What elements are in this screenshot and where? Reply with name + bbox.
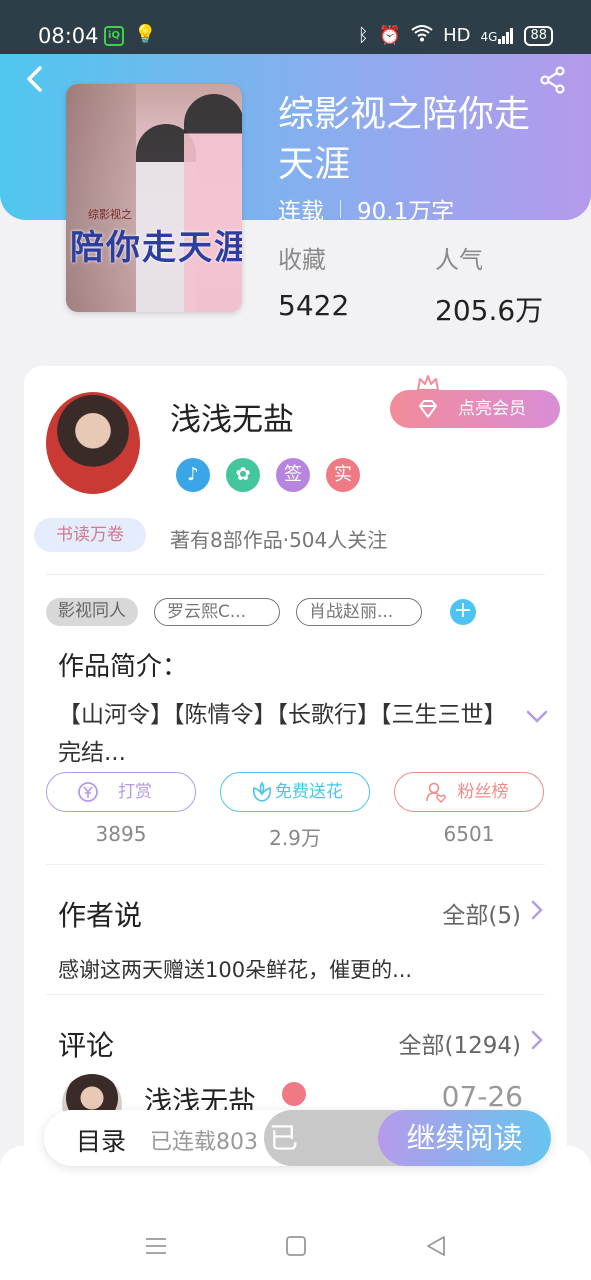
fan-count: 6501 [443, 822, 495, 846]
book-title: 综影视之陪你走天涯 [278, 94, 531, 185]
reader-level-tag: 书读万卷 [34, 518, 146, 552]
handshake-icon[interactable]: ✿ [226, 458, 260, 492]
hd-indicator: HD [443, 25, 471, 46]
comment-date: 07-26 [441, 1080, 523, 1113]
fan-heart-icon [426, 782, 446, 803]
author-works-info: 著有8部作品·504人关注 [170, 528, 388, 552]
verified-badge[interactable]: 实 [326, 458, 360, 492]
flower-count: 2.9万 [269, 826, 321, 850]
chevron-down-icon[interactable] [526, 710, 548, 724]
reader-action-bar: 目录 已连载803 已收藏 继续阅读 [44, 1110, 551, 1166]
back-icon[interactable] [424, 1234, 448, 1258]
status-time: 08:04 [38, 24, 99, 48]
alarm-icon: ⏰ [378, 25, 402, 46]
divider [46, 574, 545, 575]
popularity-label: 人气 [435, 246, 483, 274]
cover-tree-art [66, 84, 136, 312]
intro-title: 作品简介： [58, 652, 189, 682]
book-meta: 连载 90.1万字 [278, 192, 454, 226]
divider [46, 994, 545, 995]
music-note-icon[interactable]: ♪ [176, 458, 210, 492]
chevron-right-icon[interactable] [531, 1030, 543, 1050]
sign-badge[interactable]: 签 [276, 458, 310, 492]
network-indicator: 4G [480, 27, 515, 44]
tag-item[interactable]: 罗云熙C... [154, 598, 280, 626]
book-tags: 影视同人 罗云熙C... 肖战赵丽... + [46, 598, 476, 626]
tip-count: 3895 [95, 822, 147, 846]
comments-title: 评论 [58, 1029, 115, 1062]
toc-status: 已连载803 [150, 1130, 258, 1155]
popularity-stat: 人气 205.6万 [435, 240, 543, 329]
favorites-label: 收藏 [278, 246, 326, 274]
tag-item[interactable]: 影视同人 [46, 598, 138, 626]
book-cover[interactable]: 综影视之 陪你走天涯 [66, 84, 242, 312]
cover-title: 陪你走天涯 [70, 228, 242, 268]
author-says-title: 作者说 [58, 899, 143, 932]
menu-icon[interactable] [144, 1234, 168, 1258]
popularity-value: 205.6万 [435, 294, 544, 327]
favorited-label: 已收藏 [268, 1121, 298, 1155]
status-right-icons: ᛒ ⏰ HD 4G 88 [358, 24, 553, 47]
wifi-icon [411, 24, 433, 47]
author-says-more-link[interactable]: 全部(5) [442, 896, 521, 930]
yuan-coin-icon [78, 782, 98, 802]
back-arrow-icon[interactable] [22, 64, 48, 94]
intro-text[interactable]: 【山河令】【陈情令】【长歌行】【三生三世】完结... [58, 696, 508, 772]
meta-separator [340, 200, 341, 218]
vip-button-label: 点亮会员 [458, 399, 526, 419]
author-says-text[interactable]: 感谢这两天赠送100朵鲜花，催更的... [58, 954, 412, 984]
tip-label: 打赏 [118, 782, 152, 802]
favorites-value: 5422 [278, 289, 350, 322]
bluetooth-icon: ᛒ [357, 25, 369, 46]
author-avatar[interactable] [46, 392, 140, 494]
tag-item[interactable]: 肖战赵丽... [296, 598, 422, 626]
system-nav-bar [0, 1214, 591, 1280]
favorites-stat: 收藏 5422 [278, 240, 349, 322]
divider [46, 864, 545, 865]
diamond-badge-icon [282, 1082, 306, 1106]
continue-reading-button[interactable]: 继续阅读 [378, 1110, 551, 1166]
author-badges: ♪ ✿ 签 实 [176, 458, 360, 492]
toc-button[interactable]: 目录 [76, 1122, 126, 1158]
home-icon[interactable] [284, 1234, 308, 1258]
lightbulb-icon: 💡 [134, 24, 157, 45]
book-status: 连载 [278, 199, 324, 225]
fan-ranking-label: 粉丝榜 [457, 782, 509, 802]
book-word-count: 90.1万字 [357, 199, 455, 225]
free-flower-button[interactable]: 免费送花 [220, 772, 370, 812]
iqiyi-icon: iQ [104, 26, 124, 46]
diamond-icon [419, 400, 437, 418]
comments-more-link[interactable]: 全部(1294) [399, 1026, 521, 1060]
vip-activate-button[interactable]: 点亮会员 [390, 390, 560, 428]
status-bar: 08:04 iQ 💡 ᛒ ⏰ HD 4G 88 [0, 0, 591, 54]
fan-ranking-button[interactable]: 粉丝榜 [394, 772, 544, 812]
flower-icon [252, 781, 272, 802]
battery-indicator: 88 [524, 25, 553, 46]
cover-figure-right [184, 94, 242, 312]
add-tag-icon[interactable]: + [450, 599, 476, 625]
chevron-right-icon[interactable] [531, 900, 543, 920]
author-name[interactable]: 浅浅无盐 [170, 394, 294, 439]
tip-button[interactable]: 打赏 [46, 772, 196, 812]
free-flower-label: 免费送花 [275, 782, 343, 802]
network-label: 4G [480, 29, 498, 44]
